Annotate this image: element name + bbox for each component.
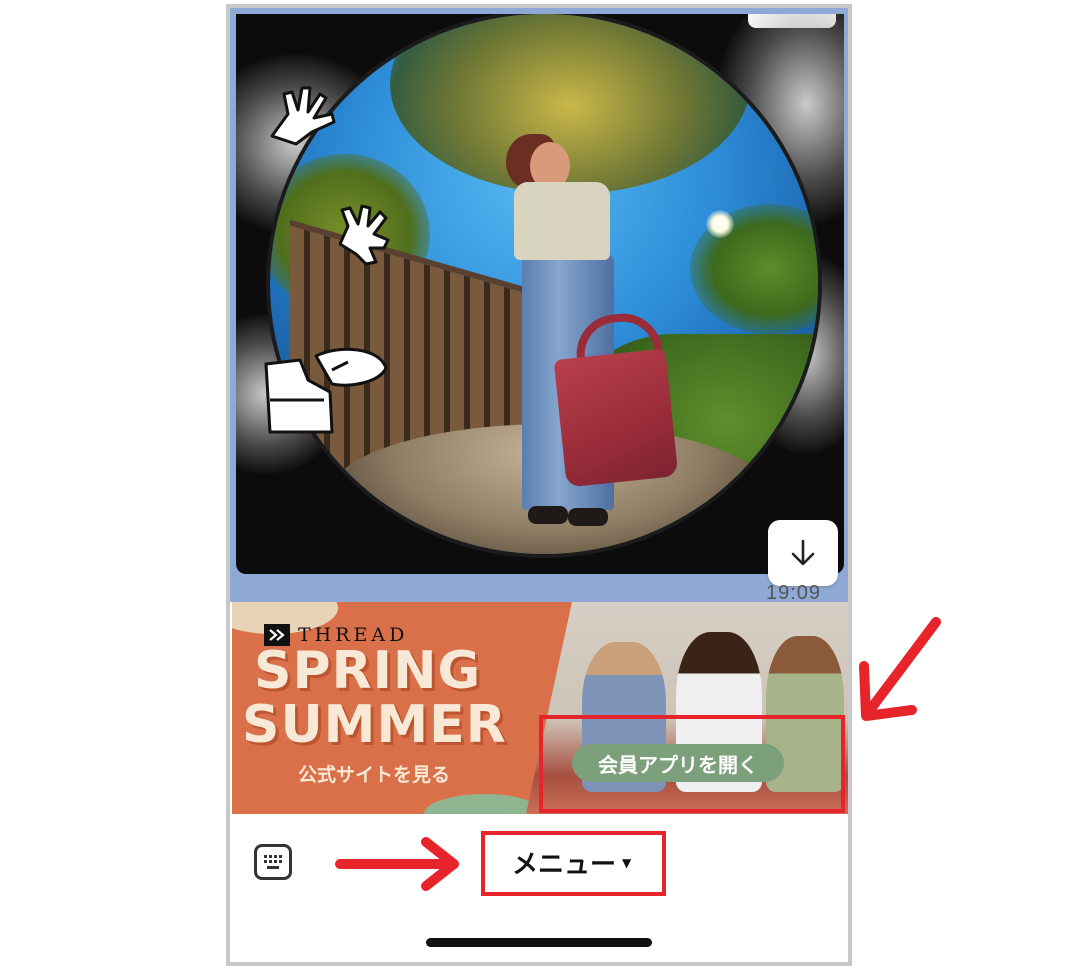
headline-summer: SUMMER (242, 695, 507, 755)
tree-canopy (390, 14, 750, 194)
sun-flare (706, 210, 734, 238)
download-arrow-icon (791, 539, 815, 566)
hand-doodle-icon (338, 204, 390, 266)
red-tote-bag (553, 348, 679, 488)
headline-spring: SPRING (254, 641, 482, 701)
woman-shoe (528, 506, 568, 524)
hand-doodle-icon (270, 86, 336, 146)
official-site-link[interactable]: 公式サイトを見る (298, 760, 450, 787)
keyboard-toggle-button[interactable] (254, 844, 292, 880)
highlight-box-menu (481, 831, 666, 896)
annotation-arrow-icon (335, 837, 459, 891)
highlight-box-app-button (539, 715, 845, 813)
shoes-doodle-icon (264, 347, 388, 434)
decorative-blob (424, 794, 544, 814)
chat-area: 19:09 (230, 8, 848, 604)
download-button[interactable] (768, 520, 838, 586)
photo-message[interactable] (236, 14, 844, 574)
fisheye-photo (270, 14, 818, 554)
woman-shirt (514, 182, 610, 260)
home-indicator[interactable] (426, 938, 652, 947)
keyboard-icon (264, 855, 282, 869)
phone-screen: 19:09 THREAD SPRING SUMMER 公式サイトを見る 会員アプ… (226, 4, 852, 966)
annotation-arrow-icon (859, 617, 941, 721)
woman-shoe (568, 508, 608, 526)
